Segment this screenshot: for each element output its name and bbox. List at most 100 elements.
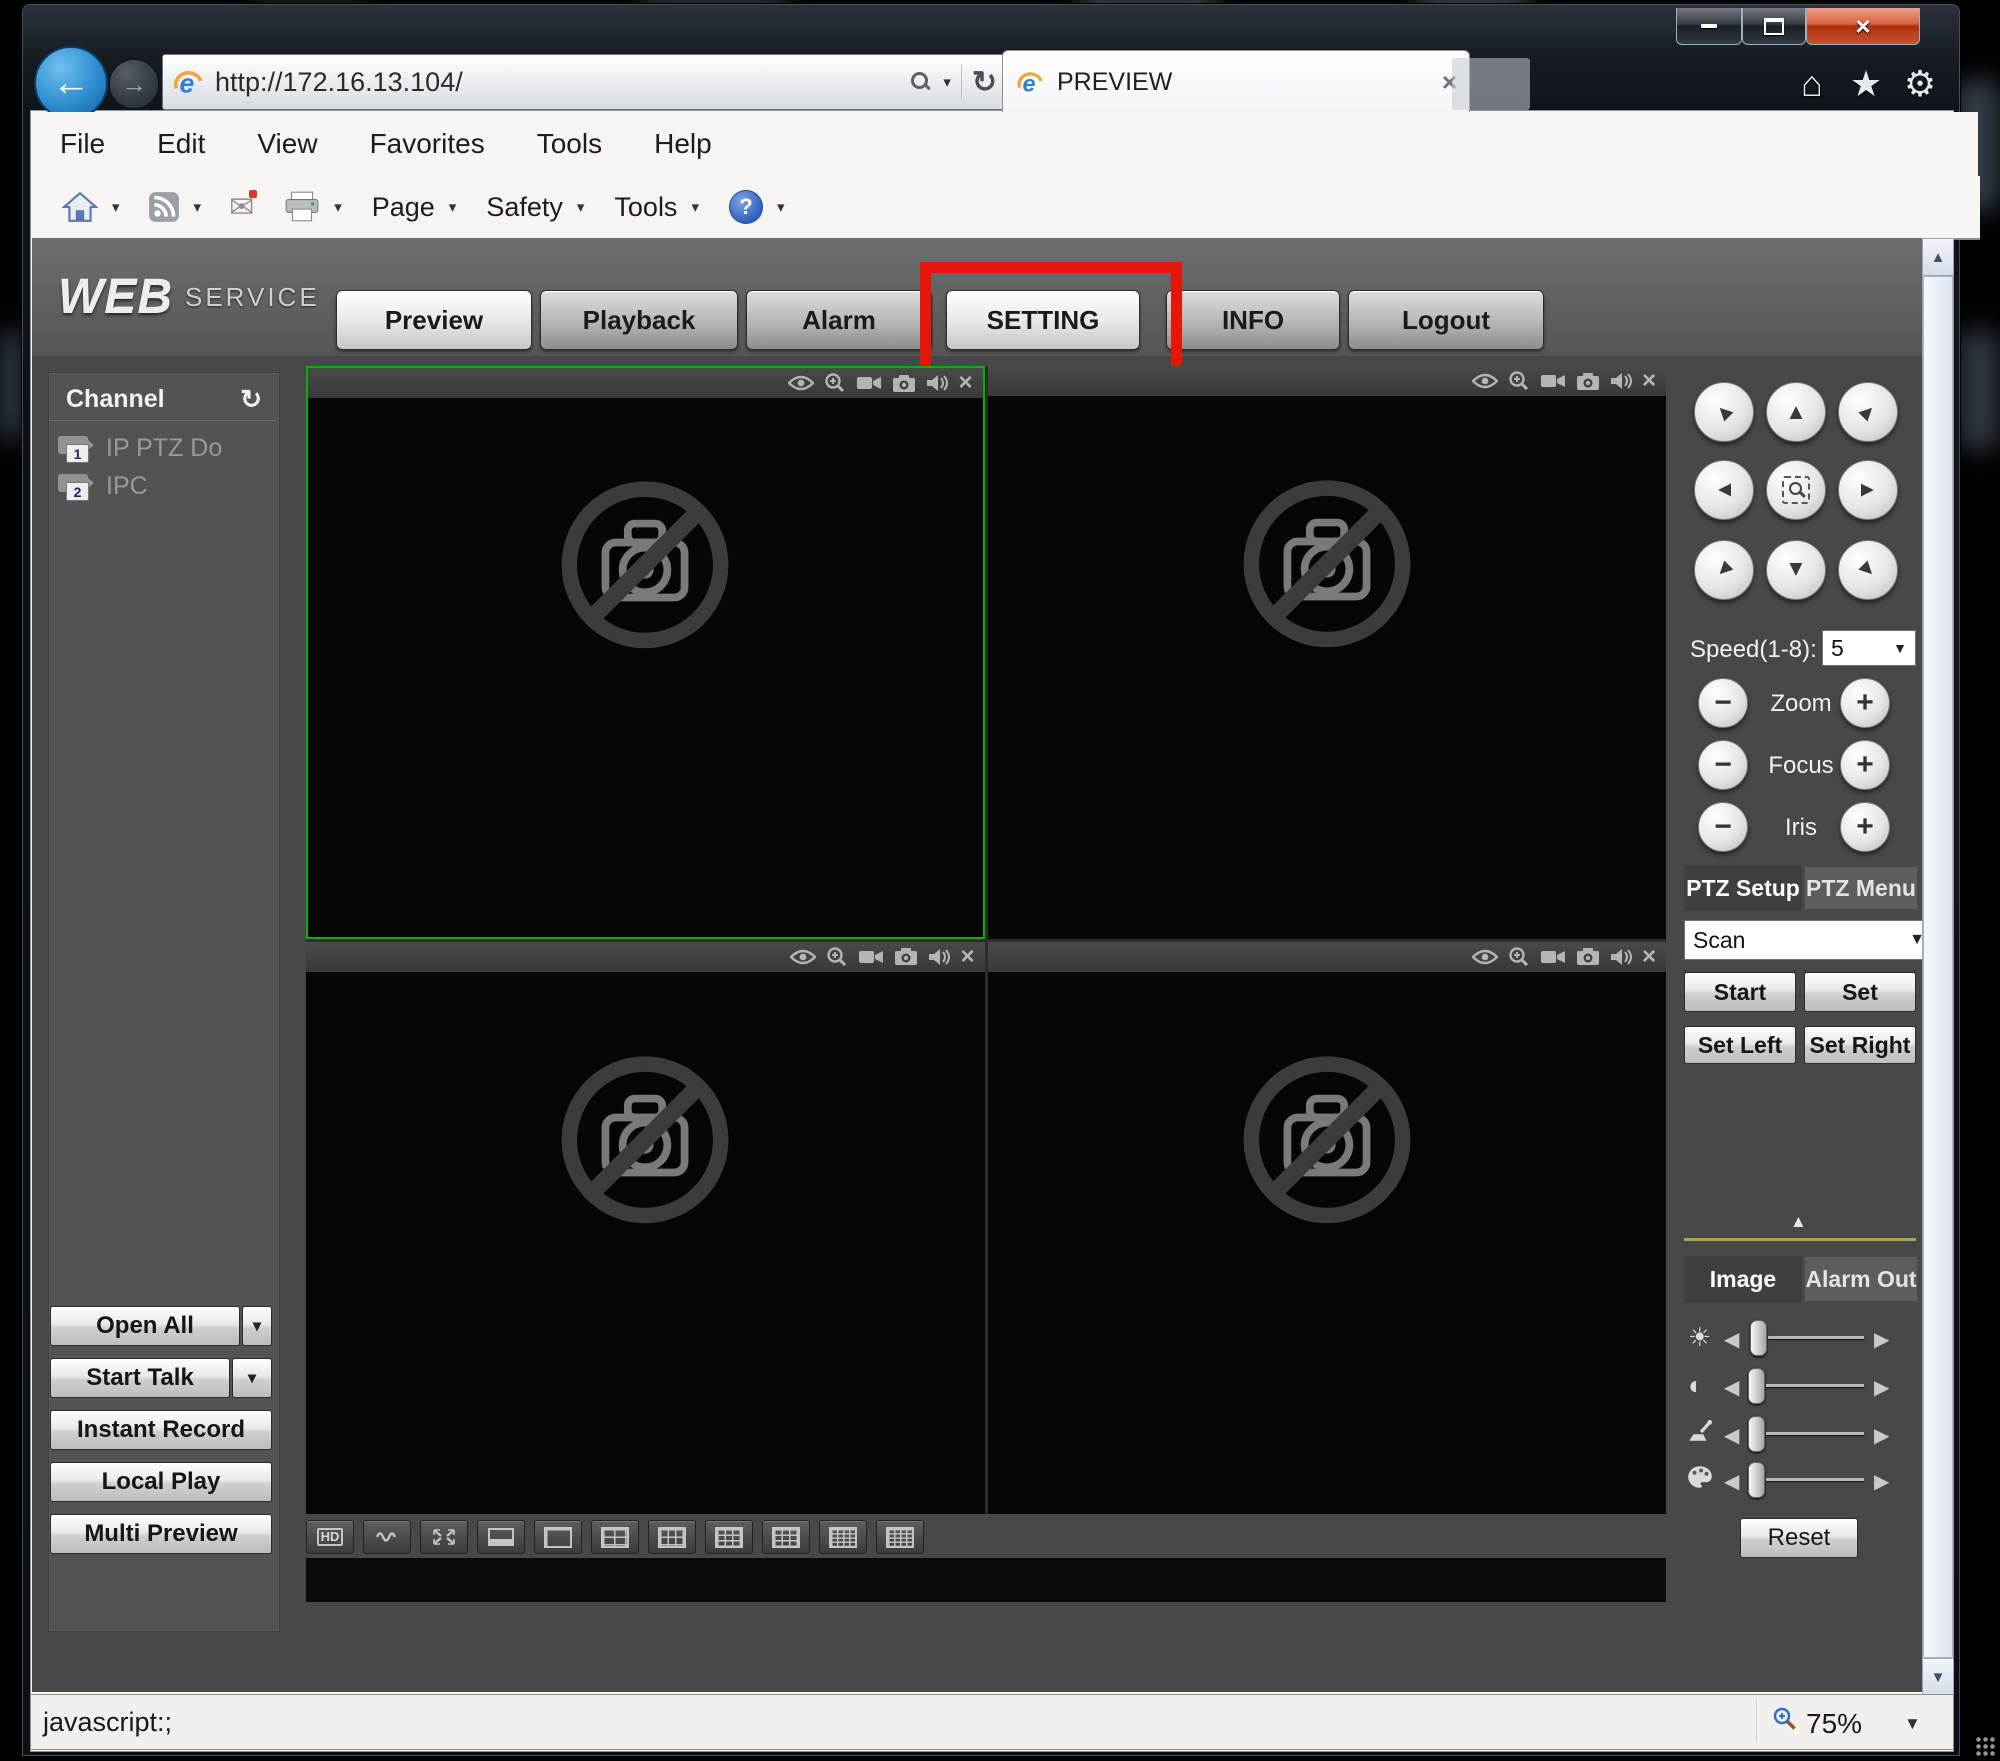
audio-icon[interactable]: [1610, 372, 1632, 390]
nine-split-button[interactable]: [762, 1520, 810, 1554]
home-button-icon[interactable]: [62, 191, 98, 223]
snapshot-icon[interactable]: [894, 947, 918, 966]
four-split-button[interactable]: [591, 1520, 639, 1554]
local-play-button[interactable]: Local Play: [50, 1462, 272, 1502]
brightness-slider-handle[interactable]: [1750, 1320, 1767, 1356]
audio-icon[interactable]: [1610, 948, 1632, 966]
record-icon[interactable]: [1540, 372, 1566, 390]
preview-eye-icon[interactable]: [1472, 948, 1498, 966]
search-dropdown-icon[interactable]: ▾: [943, 73, 951, 91]
image-tab[interactable]: Image: [1684, 1256, 1802, 1302]
tab-playback[interactable]: Playback: [540, 290, 738, 350]
snapshot-icon[interactable]: [892, 374, 916, 393]
set-button[interactable]: Set: [1804, 972, 1916, 1012]
fluency-button[interactable]: [363, 1520, 411, 1554]
saturation-slider-handle[interactable]: [1748, 1416, 1765, 1452]
collapse-panel-icon[interactable]: ▲: [1790, 1212, 1807, 1232]
video-cell-4[interactable]: ×: [988, 942, 1667, 1515]
focus-plus-button[interactable]: +: [1840, 740, 1890, 790]
help-icon[interactable]: ?: [729, 190, 763, 224]
channel-item-ipc[interactable]: 2 IPC: [58, 468, 266, 504]
contrast-decrease-button[interactable]: ◀: [1724, 1378, 1739, 1398]
mail-icon[interactable]: ✉: [229, 190, 254, 225]
settings-gear-icon[interactable]: ⚙: [1896, 62, 1944, 106]
six-split-button[interactable]: [648, 1520, 696, 1554]
video-cell-1[interactable]: ×: [306, 366, 985, 939]
digital-zoom-icon[interactable]: [826, 946, 848, 968]
scrollbar-thumb[interactable]: [1923, 276, 1953, 1658]
home-dropdown-icon[interactable]: ▾: [112, 198, 120, 216]
contrast-increase-button[interactable]: ▶: [1874, 1378, 1889, 1398]
snapshot-icon[interactable]: [1576, 947, 1600, 966]
audio-icon[interactable]: [928, 948, 950, 966]
ptz-left-button[interactable]: ▲: [1694, 460, 1754, 520]
digital-zoom-icon[interactable]: [1508, 370, 1530, 392]
forward-button[interactable]: →: [108, 58, 160, 110]
scroll-down-button[interactable]: ▼: [1922, 1658, 1954, 1696]
close-stream-icon[interactable]: ×: [960, 945, 974, 969]
hue-slider-handle[interactable]: [1748, 1462, 1765, 1498]
back-button[interactable]: ←: [34, 46, 108, 120]
set-left-button[interactable]: Set Left: [1684, 1026, 1796, 1064]
zoom-dropdown-icon[interactable]: ▼: [1904, 1714, 1921, 1734]
set-right-button[interactable]: Set Right: [1804, 1026, 1916, 1064]
ptz-setup-tab[interactable]: PTZ Setup: [1684, 866, 1802, 910]
eight-split-button[interactable]: [705, 1520, 753, 1554]
ptz-quick-position-button[interactable]: [1766, 460, 1826, 520]
page-menu[interactable]: Page: [372, 192, 435, 223]
saturation-slider-track[interactable]: [1766, 1432, 1864, 1435]
snapshot-icon[interactable]: [1576, 372, 1600, 391]
preview-eye-icon[interactable]: [1472, 372, 1498, 390]
close-stream-icon[interactable]: ×: [1642, 945, 1656, 969]
hue-decrease-button[interactable]: ◀: [1724, 1472, 1739, 1492]
refresh-button[interactable]: ↻: [972, 65, 997, 100]
zoom-minus-button[interactable]: −: [1698, 678, 1748, 728]
ptz-down-right-button[interactable]: ▲: [1838, 540, 1898, 600]
ptz-down-left-button[interactable]: ▲: [1694, 540, 1754, 600]
audio-icon[interactable]: [926, 374, 948, 392]
saturation-decrease-button[interactable]: ◀: [1724, 1426, 1739, 1446]
close-stream-icon[interactable]: ×: [1642, 369, 1656, 393]
digital-zoom-icon[interactable]: [1508, 946, 1530, 968]
single-split-button[interactable]: [534, 1520, 582, 1554]
favorites-star-icon[interactable]: ★: [1842, 62, 1890, 106]
digital-zoom-icon[interactable]: [824, 372, 846, 394]
tools-dropdown-icon[interactable]: ▾: [691, 198, 699, 216]
page-dropdown-icon[interactable]: ▾: [449, 198, 457, 216]
menu-tools[interactable]: Tools: [537, 128, 602, 160]
sixteen-split-button[interactable]: [876, 1520, 924, 1554]
quality-hd-button[interactable]: HD: [306, 1520, 354, 1554]
scroll-up-button[interactable]: ▲: [1922, 238, 1954, 276]
start-talk-dropdown-button[interactable]: ▾: [232, 1358, 272, 1398]
reset-button[interactable]: Reset: [1740, 1518, 1858, 1558]
multi-preview-button[interactable]: Multi Preview: [50, 1514, 272, 1554]
alarm-out-tab[interactable]: Alarm Out: [1804, 1256, 1918, 1302]
open-all-dropdown-button[interactable]: ▾: [242, 1306, 272, 1346]
close-button[interactable]: ×: [1806, 8, 1920, 45]
safety-dropdown-icon[interactable]: ▾: [577, 198, 585, 216]
contrast-slider-track[interactable]: [1766, 1384, 1864, 1387]
tab-preview[interactable]: e PREVIEW ×: [1002, 50, 1470, 113]
menu-help[interactable]: Help: [654, 128, 712, 160]
preview-eye-icon[interactable]: [790, 948, 816, 966]
ptz-right-button[interactable]: ▲: [1838, 460, 1898, 520]
menu-file[interactable]: File: [60, 128, 105, 160]
menu-edit[interactable]: Edit: [157, 128, 205, 160]
brightness-decrease-button[interactable]: ◀: [1724, 1330, 1739, 1350]
fullscreen-button[interactable]: [420, 1520, 468, 1554]
close-stream-icon[interactable]: ×: [958, 371, 972, 395]
record-icon[interactable]: [856, 374, 882, 392]
open-all-button[interactable]: Open All: [50, 1306, 240, 1346]
start-talk-button[interactable]: Start Talk: [50, 1358, 230, 1398]
speed-select[interactable]: 5 ▼: [1822, 630, 1916, 666]
help-dropdown-icon[interactable]: ▾: [777, 198, 785, 216]
tab-alarm[interactable]: Alarm: [746, 290, 932, 350]
ptz-menu-tab[interactable]: PTZ Menu: [1804, 866, 1918, 910]
zoom-plus-button[interactable]: +: [1840, 678, 1890, 728]
channel-item-ip-ptz[interactable]: 1 IP PTZ Do: [58, 430, 266, 466]
search-icon[interactable]: [911, 72, 931, 92]
ptz-function-select[interactable]: Scan ▼: [1684, 920, 1934, 960]
video-cell-3[interactable]: ×: [306, 942, 985, 1515]
record-icon[interactable]: [1540, 948, 1566, 966]
iris-plus-button[interactable]: +: [1840, 802, 1890, 852]
